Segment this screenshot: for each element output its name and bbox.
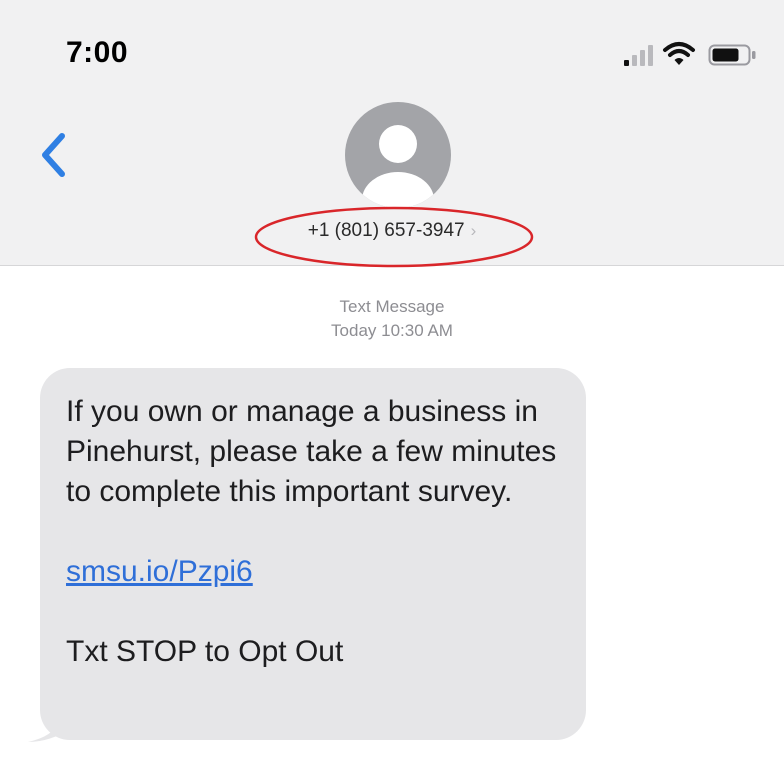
- chevron-left-icon: [42, 133, 65, 177]
- conversation-header: 7:00 +1 (801) 657-3947 ›: [0, 0, 784, 268]
- message-screen: 7:00 +1 (801) 657-3947 › Text Message To…: [0, 0, 784, 782]
- message-meta: Text Message Today 10:30 AM: [0, 295, 784, 343]
- opt-out-text: Txt STOP to Opt Out: [66, 635, 344, 668]
- message-text: If you own or manage a business in Pineh…: [66, 392, 576, 672]
- message-type: Text Message: [339, 297, 445, 316]
- contact-avatar[interactable]: [345, 102, 451, 208]
- survey-link[interactable]: smsu.io/Pzpi6: [66, 555, 253, 588]
- message-body: If you own or manage a business in Pineh…: [66, 395, 557, 508]
- person-icon: [362, 125, 434, 208]
- wifi-icon: [663, 42, 695, 65]
- signal-icon: [624, 45, 653, 66]
- message-timestamp: Today 10:30 AM: [331, 321, 453, 340]
- status-icons: [622, 40, 762, 70]
- message-bubble[interactable]: If you own or manage a business in Pineh…: [40, 368, 586, 740]
- contact-number[interactable]: +1 (801) 657-3947 ›: [0, 220, 784, 242]
- back-button[interactable]: [32, 128, 76, 182]
- battery-icon: [708, 44, 756, 66]
- chevron-right-icon: ›: [470, 221, 477, 240]
- contact-number-text: +1 (801) 657-3947: [307, 220, 465, 241]
- status-time: 7:00: [66, 36, 129, 69]
